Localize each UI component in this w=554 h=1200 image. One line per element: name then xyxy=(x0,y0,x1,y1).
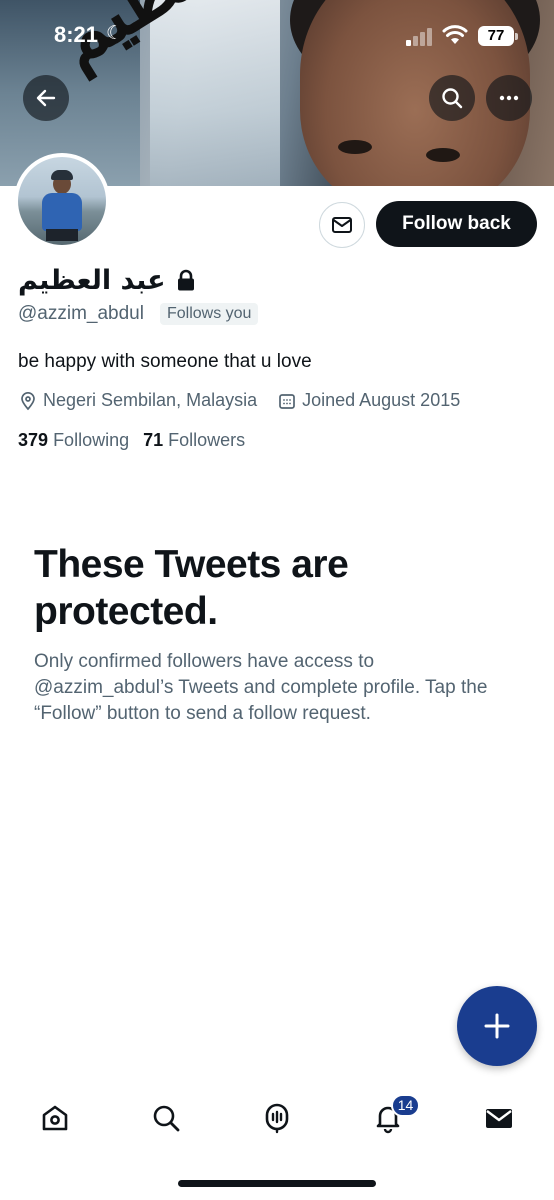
nav-search[interactable] xyxy=(146,1098,186,1138)
profile-meta: Negeri Sembilan, Malaysia Joined August … xyxy=(18,390,480,411)
nav-messages[interactable] xyxy=(479,1098,519,1138)
avatar[interactable] xyxy=(14,153,110,249)
home-indicator[interactable] xyxy=(178,1180,376,1187)
protected-description: Only confirmed followers have access to … xyxy=(34,651,488,724)
following-count: 379 xyxy=(18,430,49,450)
follows-you-badge: Follows you xyxy=(159,303,259,325)
profile-bio: be happy with someone that u love xyxy=(18,351,312,372)
more-icon xyxy=(499,95,519,101)
location-item: Negeri Sembilan, Malaysia xyxy=(18,390,257,411)
following-stat[interactable]: 379 Following xyxy=(18,430,129,451)
plus-icon xyxy=(484,1013,510,1039)
back-arrow-icon xyxy=(36,89,56,107)
home-icon xyxy=(42,1105,68,1131)
calendar-icon xyxy=(279,393,295,409)
search-icon xyxy=(153,1105,180,1132)
battery-icon: 77 xyxy=(478,26,518,46)
handle-row: @azzim_abdul Follows you xyxy=(18,303,259,325)
joined-text: Joined August 2015 xyxy=(302,390,461,410)
display-name: عبد العظيم xyxy=(18,264,166,296)
signal-icon xyxy=(406,28,432,46)
banner-photo xyxy=(338,140,372,154)
avatar-photo xyxy=(42,193,82,231)
followers-label: Followers xyxy=(168,430,246,450)
moon-icon: ☾ xyxy=(106,23,124,44)
envelope-icon xyxy=(332,217,352,233)
search-button[interactable] xyxy=(429,75,475,121)
bottom-navigation xyxy=(0,1080,554,1160)
protected-title: These Tweets are protected. xyxy=(34,543,349,633)
location-pin-icon xyxy=(21,391,35,410)
joined-item: Joined August 2015 xyxy=(277,390,460,411)
profile-name-row: عبد العظيم xyxy=(18,262,196,298)
nav-spaces[interactable] xyxy=(257,1098,297,1138)
banner-photo xyxy=(426,148,460,162)
notification-badge: 14 xyxy=(391,1094,420,1117)
more-button[interactable] xyxy=(486,75,532,121)
compose-button[interactable] xyxy=(457,986,537,1066)
messages-icon xyxy=(486,1109,512,1128)
spaces-icon xyxy=(265,1103,289,1134)
following-label: Following xyxy=(53,430,130,450)
followers-count: 71 xyxy=(143,430,164,450)
location-text: Negeri Sembilan, Malaysia xyxy=(43,390,258,410)
wifi-icon xyxy=(442,25,468,44)
avatar-photo xyxy=(46,229,78,241)
nav-home[interactable] xyxy=(35,1098,75,1138)
lock-icon xyxy=(177,269,194,291)
profile-handle: @azzim_abdul xyxy=(18,303,144,324)
search-icon xyxy=(442,88,463,109)
followers-stat[interactable]: 71 Followers xyxy=(143,430,245,451)
follow-back-button[interactable]: Follow back xyxy=(376,201,537,247)
message-button[interactable] xyxy=(319,202,365,248)
status-time: 8:21 xyxy=(54,22,99,47)
avatar-photo xyxy=(51,170,73,180)
status-bar: 8:21 ☾ 77 xyxy=(0,0,554,70)
back-button[interactable] xyxy=(23,75,69,121)
follow-stats: 379 Following 71 Followers xyxy=(18,430,245,451)
